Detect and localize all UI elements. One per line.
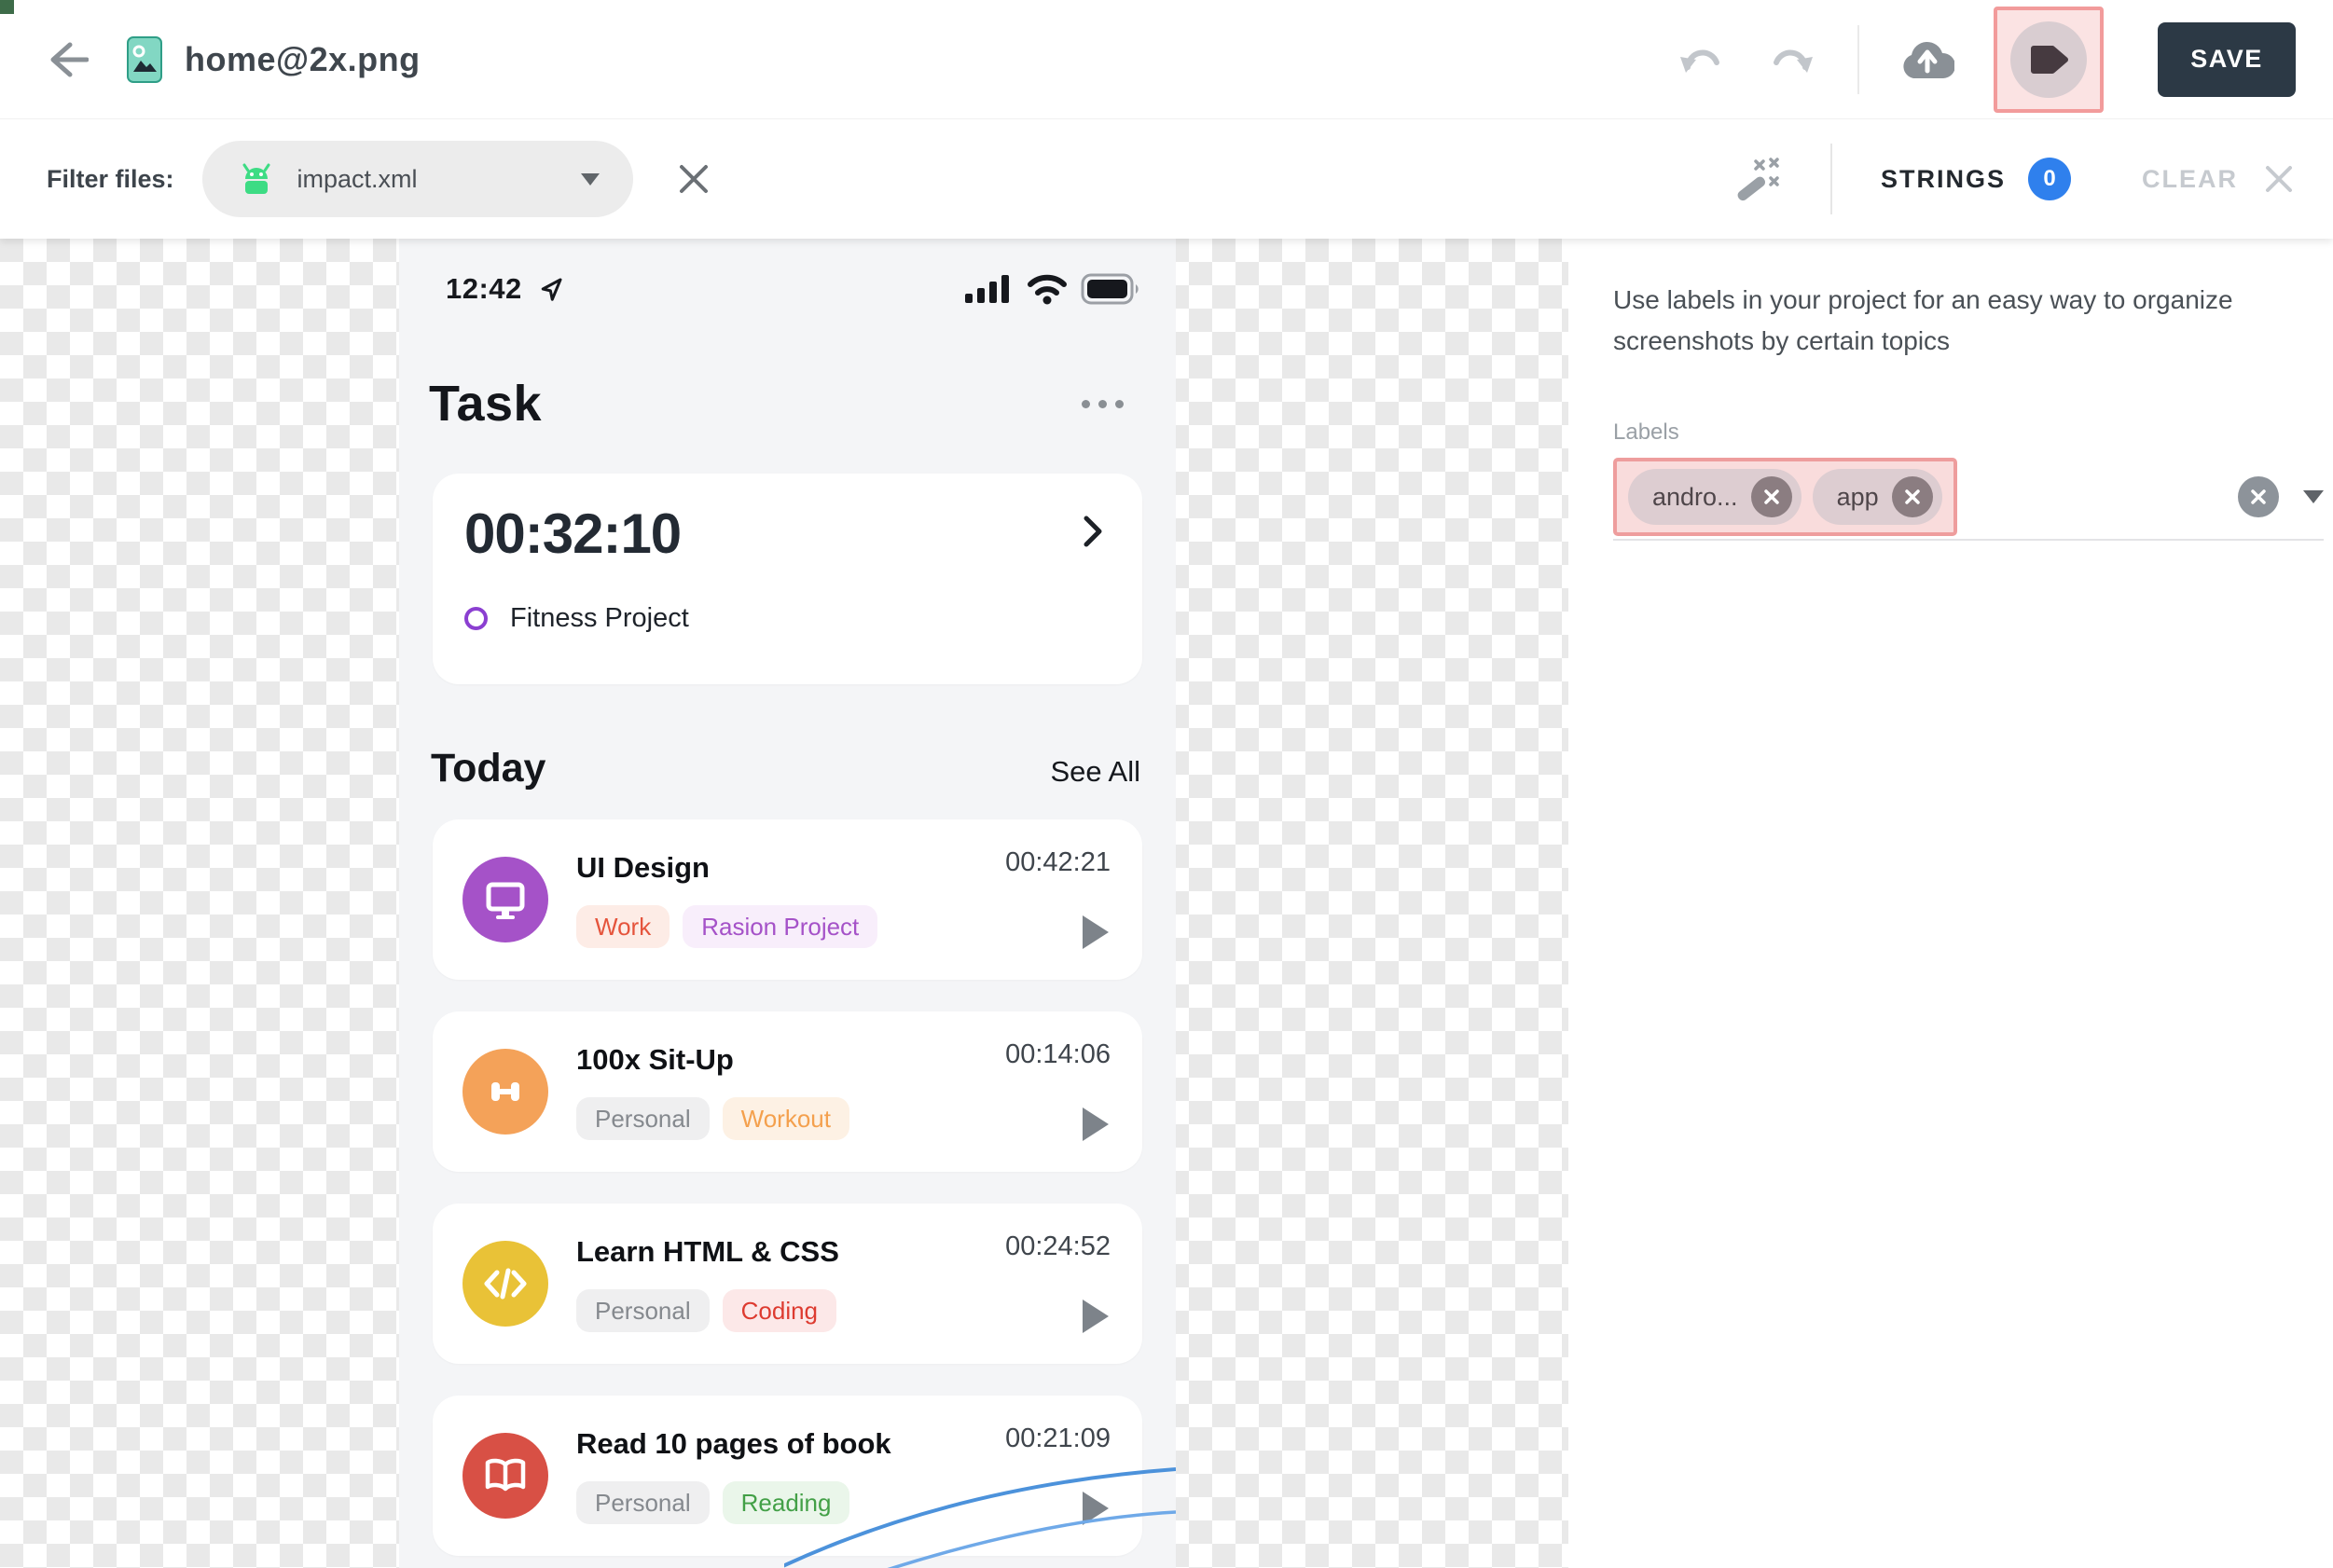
task-tag: Coding — [723, 1289, 836, 1332]
undo-icon — [1677, 39, 1725, 80]
task-title: Learn HTML & CSS — [576, 1235, 1005, 1269]
tag-icon — [2028, 41, 2069, 78]
monitor-icon — [462, 857, 548, 942]
strings-tab[interactable]: STRINGS — [1881, 165, 2006, 194]
status-time: 12:42 — [446, 272, 522, 306]
clear-strings-button[interactable]: CLEAR — [2142, 165, 2238, 194]
labels-description: Use labels in your project for an easy w… — [1613, 280, 2303, 362]
task-tag: Personal — [576, 1289, 710, 1332]
timer-card: 00:32:10 Fitness Project — [433, 474, 1142, 684]
signal-bars-icon — [963, 273, 1014, 305]
task-tag: Rasion Project — [683, 905, 877, 948]
clear-strings-x-button[interactable] — [2264, 164, 2294, 194]
auto-match-button[interactable] — [1732, 154, 1782, 204]
editor-canvas: 12:42 — [0, 239, 2333, 1568]
remove-label-button[interactable] — [1892, 476, 1933, 517]
task-time: 00:42:21 — [1005, 847, 1111, 878]
task-title: 100x Sit-Up — [576, 1043, 1005, 1077]
magic-wand-icon — [1732, 154, 1782, 204]
today-title: Today — [431, 746, 545, 791]
label-chip: app — [1813, 469, 1942, 525]
remove-label-button[interactable] — [1751, 476, 1792, 517]
upload-button[interactable] — [1900, 39, 1954, 80]
android-icon — [236, 160, 277, 198]
clear-all-labels-button[interactable] — [2238, 476, 2279, 517]
image-file-icon — [127, 36, 162, 83]
undo-button[interactable] — [1677, 39, 1725, 80]
timer-project-name: Fitness Project — [510, 603, 689, 634]
see-all-link: See All — [1050, 755, 1140, 789]
task-tag: Work — [576, 905, 670, 948]
redo-button[interactable] — [1768, 39, 1816, 80]
clear-file-filter-button[interactable] — [678, 163, 710, 195]
play-icon — [1079, 914, 1111, 956]
play-icon — [1079, 1106, 1111, 1148]
project-ring-icon — [464, 607, 488, 630]
selected-file-name: impact.xml — [297, 165, 418, 194]
task-card: Learn HTML & CSS Personal Coding 00:24:5… — [433, 1204, 1142, 1364]
label-tool-button-highlighted[interactable] — [1994, 7, 2104, 113]
phone-screen-header: Task — [399, 306, 1176, 433]
timer-value: 00:32:10 — [464, 502, 681, 566]
strings-count-badge: 0 — [2028, 158, 2071, 200]
label-tool-hover-circle — [2010, 21, 2087, 98]
labels-panel: Use labels in your project for an easy w… — [1568, 239, 2333, 1568]
close-icon — [2264, 164, 2294, 194]
label-chips-highlighted: andro... app — [1613, 458, 1957, 536]
file-filter-dropdown[interactable]: impact.xml — [202, 141, 633, 217]
chevron-down-icon — [581, 173, 600, 186]
task-card: UI Design Work Rasion Project 00:42:21 — [433, 819, 1142, 980]
label-chip: andro... — [1628, 469, 1802, 525]
task-tag: Workout — [723, 1097, 849, 1140]
code-icon — [462, 1241, 548, 1327]
top-bar: home@2x.png SAVE — [0, 0, 2333, 119]
today-section-header: Today See All — [399, 684, 1176, 791]
task-time: 00:14:06 — [1005, 1039, 1111, 1070]
location-arrow-icon — [537, 275, 565, 303]
play-icon — [1079, 1298, 1111, 1340]
task-card: 100x Sit-Up Personal Workout 00:14:06 — [433, 1011, 1142, 1172]
chevron-right-icon — [1081, 513, 1105, 555]
labels-caption: Labels — [1613, 420, 2303, 446]
book-icon — [462, 1433, 548, 1519]
task-tag: Personal — [576, 1097, 710, 1140]
phone-screen-title: Task — [429, 375, 542, 433]
battery-icon — [1081, 273, 1140, 305]
filter-bar: Filter files: impact.xml STRINGS 0 CLEAR — [0, 119, 2333, 239]
toolbar-divider — [1857, 25, 1859, 94]
task-tag: Personal — [576, 1481, 710, 1524]
labels-field[interactable]: andro... app — [1613, 455, 2324, 541]
screenshot-preview: 12:42 — [399, 239, 1176, 1568]
back-button[interactable] — [47, 38, 90, 81]
wifi-icon — [1027, 273, 1068, 305]
cloud-upload-icon — [1900, 39, 1954, 80]
dumbbell-icon — [462, 1049, 548, 1135]
screen-corner-artifact — [0, 0, 14, 14]
more-options-icon — [1082, 400, 1124, 408]
phone-status-bar: 12:42 — [399, 239, 1176, 306]
filterbar-divider — [1830, 144, 1832, 214]
save-button[interactable]: SAVE — [2158, 22, 2296, 97]
page-title: home@2x.png — [185, 40, 421, 79]
task-time: 00:24:52 — [1005, 1231, 1111, 1262]
filter-files-label: Filter files: — [47, 165, 174, 194]
labels-dropdown-caret[interactable] — [2303, 490, 2324, 503]
task-title: UI Design — [576, 851, 1005, 885]
redo-icon — [1768, 39, 1816, 80]
close-icon — [678, 163, 710, 195]
arrow-left-icon — [48, 41, 89, 78]
wave-decoration — [784, 1437, 1176, 1568]
